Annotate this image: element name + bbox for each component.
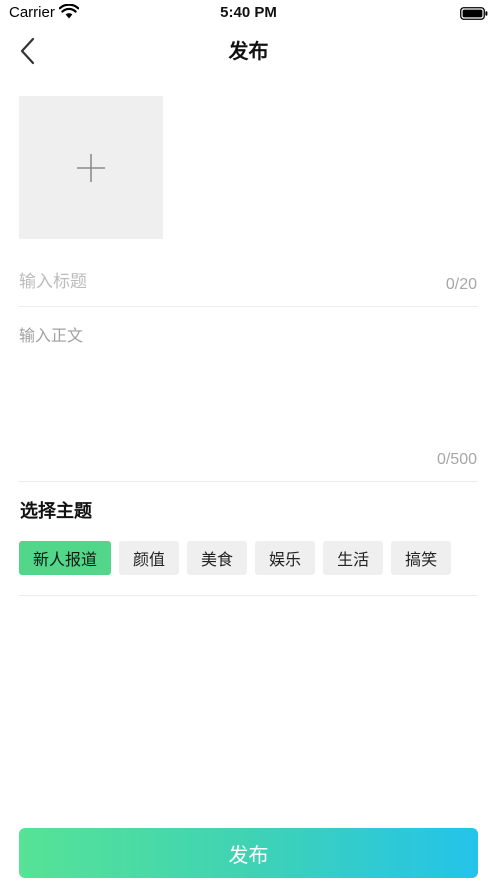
topic-chip-list: 新人报道 颜值 美食 娱乐 生活 搞笑 xyxy=(19,541,452,575)
topic-chip-entertainment[interactable]: 娱乐 xyxy=(255,541,316,575)
topic-chip-life[interactable]: 生活 xyxy=(323,541,384,575)
title-char-counter: 0/20 xyxy=(445,276,477,293)
status-time: 5:40 PM xyxy=(220,4,277,21)
topic-chip-newcomer[interactable]: 新人报道 xyxy=(19,541,112,575)
status-bar: Carrier 5:40 PM xyxy=(0,0,497,26)
title-input[interactable] xyxy=(19,266,419,298)
nav-bar: 发布 xyxy=(0,26,497,76)
divider xyxy=(19,306,478,307)
body-textarea[interactable] xyxy=(19,322,478,442)
divider xyxy=(19,595,478,596)
publish-button[interactable]: 发布 xyxy=(19,828,478,878)
topic-chip-looks[interactable]: 颜值 xyxy=(119,541,180,575)
plus-icon xyxy=(76,153,106,187)
topic-chip-food[interactable]: 美食 xyxy=(187,541,248,575)
topic-chip-funny[interactable]: 搞笑 xyxy=(391,541,452,575)
topic-section-title: 选择主题 xyxy=(20,501,92,522)
add-image-button[interactable] xyxy=(19,96,163,239)
battery-icon xyxy=(460,5,488,24)
body-char-counter: 0/500 xyxy=(436,451,477,468)
page-title: 发布 xyxy=(228,39,269,63)
divider xyxy=(19,481,478,482)
